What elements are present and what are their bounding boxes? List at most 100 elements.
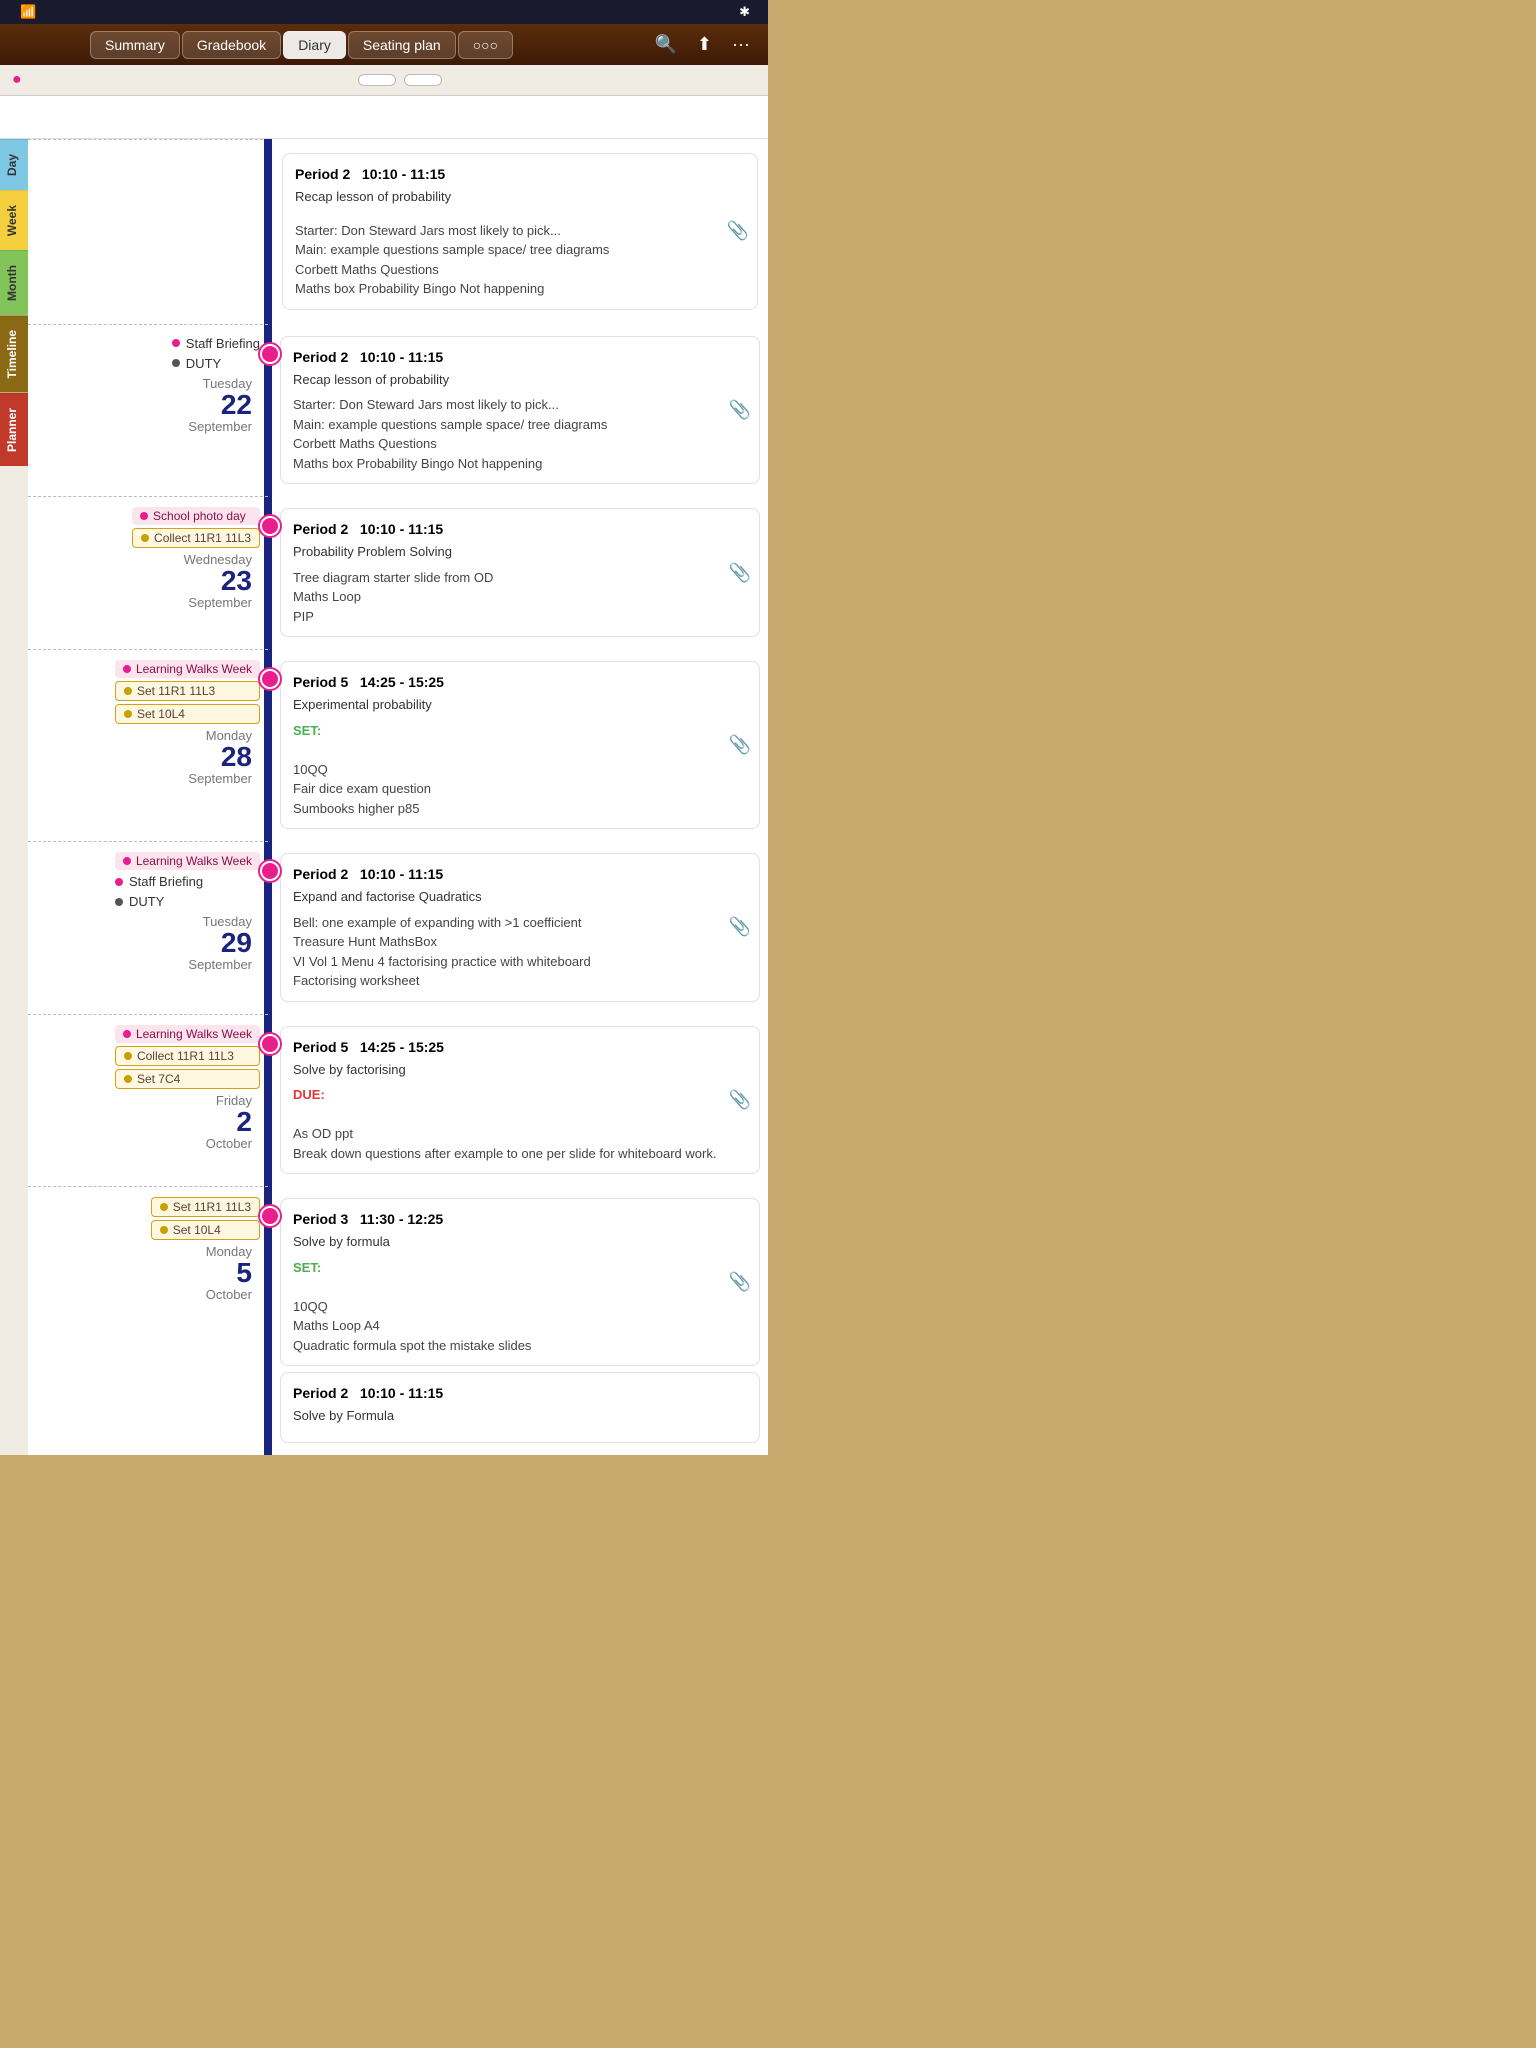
tag-label: Set 10L4 xyxy=(137,707,185,721)
entry-card-sep29-e1: Period 2 10:10 - 11:15 Expand and factor… xyxy=(280,853,760,1002)
entry-card-sep28-e1: Period 5 14:25 - 15:25 Experimental prob… xyxy=(280,661,760,829)
tab-gradebook[interactable]: Gradebook xyxy=(182,31,281,59)
period-header: Period 5 14:25 - 15:25 xyxy=(293,672,729,693)
day-num: 28 xyxy=(188,743,252,771)
entries-right-sep22: Period 2 10:10 - 11:15 Recap lesson of p… xyxy=(272,324,768,497)
timeline-center xyxy=(268,1186,272,1455)
set-label: SET: xyxy=(293,723,321,738)
tag-label: School photo day xyxy=(153,509,246,523)
period-header: Period 2 10:10 - 11:15 xyxy=(293,347,729,368)
tab-diary[interactable]: Diary xyxy=(283,31,346,59)
today-button[interactable] xyxy=(358,74,396,86)
due-label: DUE: xyxy=(293,1087,325,1102)
event-line-label: Staff Briefing xyxy=(186,336,260,351)
help-button[interactable] xyxy=(34,41,50,49)
date-button[interactable] xyxy=(404,74,442,86)
paperclip-icon: 📎 xyxy=(729,1269,751,1296)
timeline-center xyxy=(268,649,272,841)
status-bar: 📶 ✱ xyxy=(0,0,768,24)
day-num: 29 xyxy=(188,929,252,957)
event-line: DUTY xyxy=(172,356,260,371)
entry-card-oct5-e2: Period 2 10:10 - 11:15 Solve by Formula xyxy=(280,1372,760,1443)
tag-label: Learning Walks Week xyxy=(136,854,252,868)
lesson-title: Experimental probability xyxy=(293,695,729,715)
lesson-body: SET: 10QQ Maths Loop A4 Quadratic formul… xyxy=(293,1258,729,1356)
tab-seating-plan[interactable]: Seating plan xyxy=(348,31,456,59)
lesson-body: Starter: Don Steward Jars most likely to… xyxy=(295,221,727,299)
event-tags: Set 11R1 11L3 Set 10L4 xyxy=(151,1197,260,1240)
timeline-center xyxy=(268,841,272,1014)
lesson-body: Tree diagram starter slide from OD Maths… xyxy=(293,568,729,627)
share-button[interactable]: ⬆ xyxy=(689,30,720,59)
back-button[interactable] xyxy=(10,41,26,49)
partial-entry: Period 2 10:10 - 11:15 Recap lesson of p… xyxy=(282,153,758,310)
sidebar-item-month[interactable]: Month xyxy=(0,250,28,315)
event-tag: Set 11R1 11L3 xyxy=(115,681,260,701)
entries-right-sep23: Period 2 10:10 - 11:15 Probability Probl… xyxy=(272,496,768,649)
tag-label: Collect 11R1 11L3 xyxy=(137,1049,234,1063)
event-tag: Learning Walks Week xyxy=(115,852,260,870)
date-section-oct5: Set 11R1 11L3Set 10L4 Monday 5 October P… xyxy=(28,1186,768,1455)
event-line: Staff Briefing xyxy=(172,336,260,351)
sidebar-item-timeline[interactable]: Timeline xyxy=(0,315,28,392)
lesson-title: Recap lesson of probability xyxy=(293,370,729,390)
date-circle xyxy=(260,1034,280,1054)
event-tags: School photo day Collect 11R1 11L3 xyxy=(132,507,260,548)
top-nav: Summary Gradebook Diary Seating plan ○○○… xyxy=(0,24,768,65)
date-text: Wednesday 23 September xyxy=(184,552,260,610)
date-left-oct5: Set 11R1 11L3Set 10L4 Monday 5 October xyxy=(28,1186,268,1455)
month-name: September xyxy=(188,957,252,972)
paperclip-icon: 📎 xyxy=(729,1086,751,1113)
lesson-title: Solve by factorising xyxy=(293,1060,729,1080)
tag-dot xyxy=(124,687,132,695)
sidebar-item-planner[interactable]: Planner xyxy=(0,393,28,466)
event-tag: Collect 11R1 11L3 xyxy=(115,1046,260,1066)
date-text: Monday 28 September xyxy=(188,728,260,786)
event-tags: Learning Walks Week Collect 11R1 11L3 Set … xyxy=(115,1025,260,1089)
period-header: Period 3 11:30 - 12:25 xyxy=(293,1209,729,1230)
event-tag: Learning Walks Week xyxy=(115,1025,260,1043)
tag-dot xyxy=(160,1203,168,1211)
main-content: Day Week Month Timeline Planner Period 2… xyxy=(0,139,768,1455)
event-tag: Set 7C4 xyxy=(115,1069,260,1089)
day-num: 2 xyxy=(206,1108,252,1136)
overflow-button[interactable]: ··· xyxy=(724,30,758,59)
class-dot: ● xyxy=(12,71,22,89)
event-dot xyxy=(115,898,123,906)
lesson-body: Bell: one example of expanding with >1 c… xyxy=(293,913,729,991)
nav-tabs: Summary Gradebook Diary Seating plan ○○○ xyxy=(90,31,513,59)
date-section-sep28: Learning Walks WeekSet 11R1 11L3Set 10L4… xyxy=(28,649,768,841)
partial-top-entry: Period 2 10:10 - 11:15 Recap lesson of p… xyxy=(28,139,768,324)
period-header: Period 2 10:10 - 11:15 xyxy=(295,164,727,185)
timeline-center xyxy=(268,496,272,649)
period-header: Period 2 10:10 - 11:15 xyxy=(293,519,729,540)
entry-card-sep23-e1: Period 2 10:10 - 11:15 Probability Probl… xyxy=(280,508,760,637)
sub-nav: ● xyxy=(0,65,768,96)
lesson-title: Probability Problem Solving xyxy=(293,542,729,562)
tab-more[interactable]: ○○○ xyxy=(458,31,513,59)
date-text: Friday 2 October xyxy=(206,1093,260,1151)
day-num: 22 xyxy=(188,391,252,419)
sidebar-item-week[interactable]: Week xyxy=(0,190,28,250)
period-header: Period 2 10:10 - 11:15 xyxy=(293,1383,729,1404)
year-bar xyxy=(0,96,768,139)
search-button[interactable]: 🔍 xyxy=(647,30,685,59)
date-left-oct2: Learning Walks Week Collect 11R1 11L3 Set … xyxy=(28,1014,268,1187)
timeline-center xyxy=(268,1014,272,1187)
event-tag: Set 10L4 xyxy=(151,1220,260,1240)
event-line: Staff Briefing xyxy=(115,874,260,889)
tab-summary[interactable]: Summary xyxy=(90,31,180,59)
lesson-title: Solve by formula xyxy=(293,1232,729,1252)
sidebar-item-day[interactable]: Day xyxy=(0,139,28,190)
event-tag: Set 11R1 11L3 xyxy=(151,1197,260,1217)
entries-right-oct5: Period 3 11:30 - 12:25 Solve by formula … xyxy=(272,1186,768,1455)
tag-label: Set 11R1 11L3 xyxy=(137,684,215,698)
settings-button[interactable] xyxy=(58,41,74,49)
event-tag: Collect 11R1 11L3 xyxy=(132,528,260,548)
date-circle xyxy=(260,344,280,364)
lesson-title: Recap lesson of probability xyxy=(295,187,727,207)
date-left-sep23: School photo day Collect 11R1 11L3 Wednes… xyxy=(28,496,268,649)
event-dot xyxy=(172,359,180,367)
date-text: Tuesday 22 September xyxy=(188,376,260,434)
timeline-center xyxy=(268,324,272,497)
